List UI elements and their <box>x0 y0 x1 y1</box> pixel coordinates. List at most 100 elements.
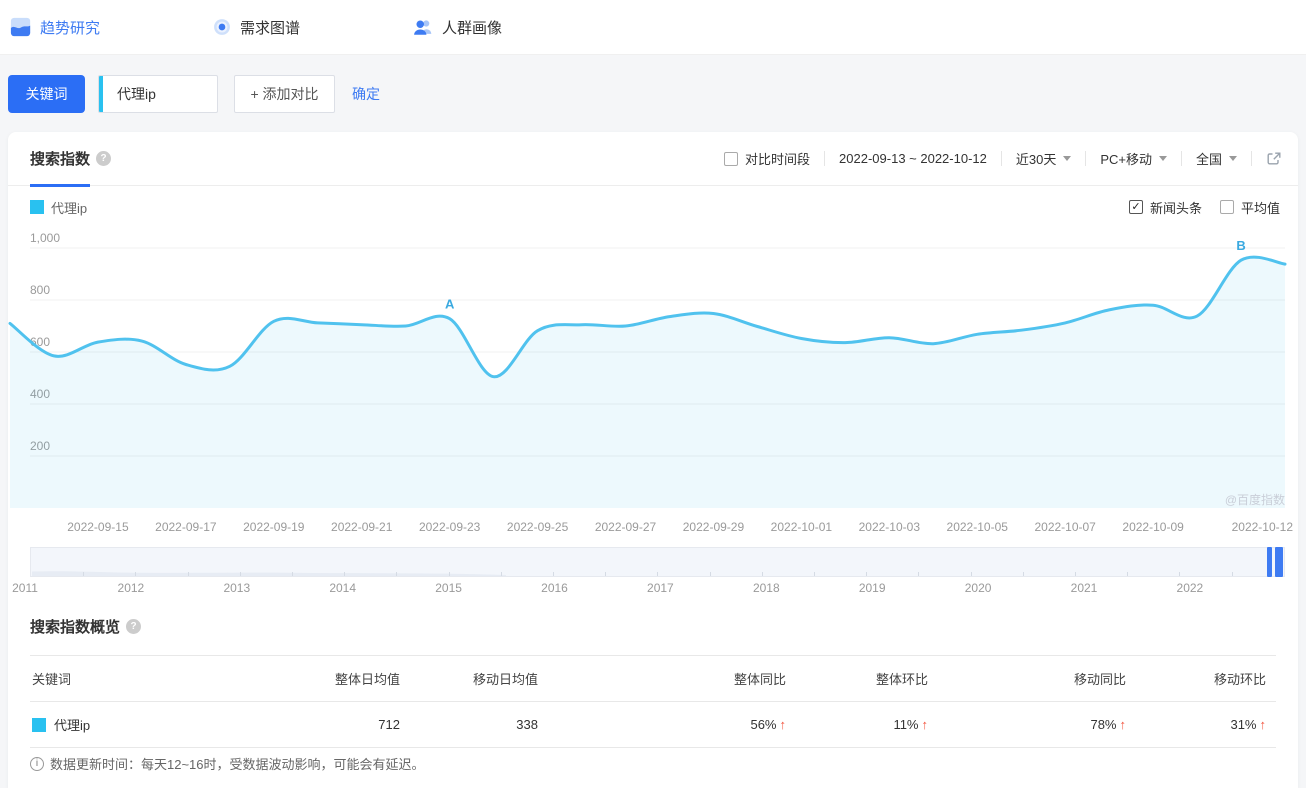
mobile-avg-value: 338 <box>516 717 538 732</box>
date-range-picker[interactable]: 2022-09-13 ~ 2022-10-12 <box>839 151 987 166</box>
x-axis-label: 2022-10-07 <box>1034 520 1096 534</box>
nav-label: 趋势研究 <box>40 19 101 37</box>
slider-tick <box>344 572 346 576</box>
slider-tick <box>1127 572 1129 576</box>
timeline-year-label: 2021 <box>1070 581 1098 595</box>
keyword-name: 代理ip <box>54 718 91 733</box>
data-update-note: i 数据更新时间：每天12~16时，受数据波动影响，可能会有延迟。 <box>30 754 425 773</box>
divider <box>1000 151 1002 166</box>
chart-header: 搜索指数 ? 对比时间段 2022-09-13 ~ 2022-10-12 近30… <box>8 132 1298 187</box>
timeline-slider[interactable] <box>30 547 1285 577</box>
x-axis-label: 2022-09-23 <box>419 520 481 534</box>
nav-label: 需求图谱 <box>240 19 301 37</box>
slider-tick <box>135 572 137 576</box>
info-icon: i <box>30 756 44 771</box>
slider-tick <box>553 572 554 576</box>
slider-tick <box>605 572 607 576</box>
overview-title-text: 搜索指数概览 <box>30 619 121 636</box>
help-icon[interactable]: ? <box>96 151 112 166</box>
col-mobile-yoy: 移动同比 <box>1073 672 1126 687</box>
keyword-color-swatch <box>32 717 46 732</box>
active-tab-underline <box>30 183 90 187</box>
timeline-year-label: 2022 <box>1176 581 1204 595</box>
caret-down-icon <box>1229 156 1237 161</box>
timeline-year-label: 2015 <box>435 581 462 595</box>
help-icon[interactable]: ? <box>126 619 142 634</box>
region-select[interactable]: 全国 <box>1196 149 1237 168</box>
slider-tick <box>1075 572 1076 576</box>
slider-tick <box>866 572 868 576</box>
device-select[interactable]: PC+移动 <box>1100 149 1167 168</box>
slider-tick <box>918 572 920 576</box>
legend-color-swatch <box>30 200 44 214</box>
confirm-link[interactable]: 确定 <box>352 84 380 104</box>
period-select[interactable]: 近30天 <box>1015 149 1072 168</box>
x-axis-label: 2022-09-21 <box>331 520 393 534</box>
slider-handle-right[interactable] <box>1275 547 1283 577</box>
checkbox-checked-icon[interactable]: ✓ <box>1128 200 1143 214</box>
average-toggle[interactable]: 平均值 <box>1219 198 1280 217</box>
keyword-bar: 关键词 代理ip + 添加对比 确定 <box>0 75 1306 113</box>
search-index-card: 搜索指数 ? 对比时间段 2022-09-13 ~ 2022-10-12 近30… <box>8 132 1298 788</box>
x-axis-label: 2022-09-19 <box>243 520 305 534</box>
checkbox-icon[interactable] <box>724 151 739 166</box>
divider <box>1180 151 1182 166</box>
keyword-button[interactable]: 关键词 <box>8 75 85 113</box>
slider-tick <box>187 572 189 576</box>
checkbox-icon[interactable] <box>1219 200 1234 214</box>
slider-tick <box>814 572 815 576</box>
slider-handle-left[interactable] <box>1267 547 1272 577</box>
keyword-input[interactable]: 代理ip <box>98 75 218 113</box>
people-icon <box>412 16 434 38</box>
timeline-year-label: 2016 <box>541 581 568 595</box>
legend-row: 代理ip ✓ 新闻头条 平均值 <box>30 194 1280 220</box>
divider <box>824 151 826 166</box>
nav-demand-graph[interactable]: 需求图谱 <box>212 17 300 38</box>
divider <box>1085 151 1087 166</box>
overall-mom-value: 11% ↑ <box>893 717 928 732</box>
x-axis-label: 2022-10-03 <box>859 520 921 534</box>
timeline-year-label: 2011 <box>12 581 38 595</box>
x-axis-label: 2022-09-25 <box>507 520 569 534</box>
add-compare-button[interactable]: + 添加对比 <box>234 75 335 113</box>
tab-search-index[interactable]: 搜索指数 ? <box>30 132 112 187</box>
slider-tick <box>83 572 85 576</box>
slider-tick <box>657 572 659 576</box>
news-toggle-label: 新闻头条 <box>1149 200 1202 216</box>
export-button[interactable] <box>1266 151 1282 167</box>
x-axis-label: 2022-09-17 <box>155 520 217 534</box>
timeline-year-label: 2017 <box>647 581 674 595</box>
device-value: PC+移动 <box>1100 152 1152 167</box>
x-axis-label: 2022-09-15 <box>67 520 129 534</box>
compare-period-checkbox[interactable]: 对比时间段 <box>724 149 810 168</box>
slider-tick <box>448 572 450 576</box>
x-axis-label: 2022-09-29 <box>683 520 745 534</box>
x-axis-label: 2022-10-05 <box>947 520 1009 534</box>
col-keyword: 关键词 <box>32 672 72 687</box>
search-index-chart[interactable]: 2004006008001,0002022-09-152022-09-17202… <box>8 228 1298 540</box>
slider-tick <box>292 572 293 576</box>
nav-trend-research[interactable]: 趋势研究 <box>10 16 100 38</box>
col-overall-avg: 整体日均值 <box>334 672 400 687</box>
overall-yoy-value: 56% ↑ <box>750 717 786 732</box>
slider-tick <box>970 572 972 576</box>
col-overall-mom: 整体环比 <box>875 672 928 687</box>
date-range-value: 2022-09-13 ~ 2022-10-12 <box>839 151 987 166</box>
table-row: 代理ip 712 338 56% ↑ 11% ↑ 78% ↑ 31% ↑ <box>30 702 1276 748</box>
news-marker-B: B <box>1236 238 1245 253</box>
overlay-toggles: ✓ 新闻头条 平均值 <box>1128 198 1280 217</box>
export-icon <box>1267 152 1281 164</box>
period-value: 近30天 <box>1015 152 1057 167</box>
timeline-year-label: 2019 <box>858 581 886 595</box>
x-axis-label: 2022-09-27 <box>595 520 657 534</box>
timeline-year-label: 2014 <box>329 581 357 595</box>
slider-tick <box>396 572 398 576</box>
news-headlines-toggle[interactable]: ✓ 新闻头条 <box>1128 198 1202 217</box>
x-axis-label: 2022-10-09 <box>1122 520 1184 534</box>
slider-tick <box>1231 572 1233 576</box>
note-text: 数据更新时间：每天12~16时，受数据波动影响，可能会有延迟。 <box>50 757 425 772</box>
slider-tick <box>1022 572 1024 576</box>
nav-crowd-portrait[interactable]: 人群画像 <box>412 16 502 38</box>
timeline-years: 2011 2012 2013 2014 2015 2016 2017 2018 2019 2020… <box>12 581 1285 597</box>
mobile-yoy-value: 78% ↑ <box>1090 717 1126 732</box>
